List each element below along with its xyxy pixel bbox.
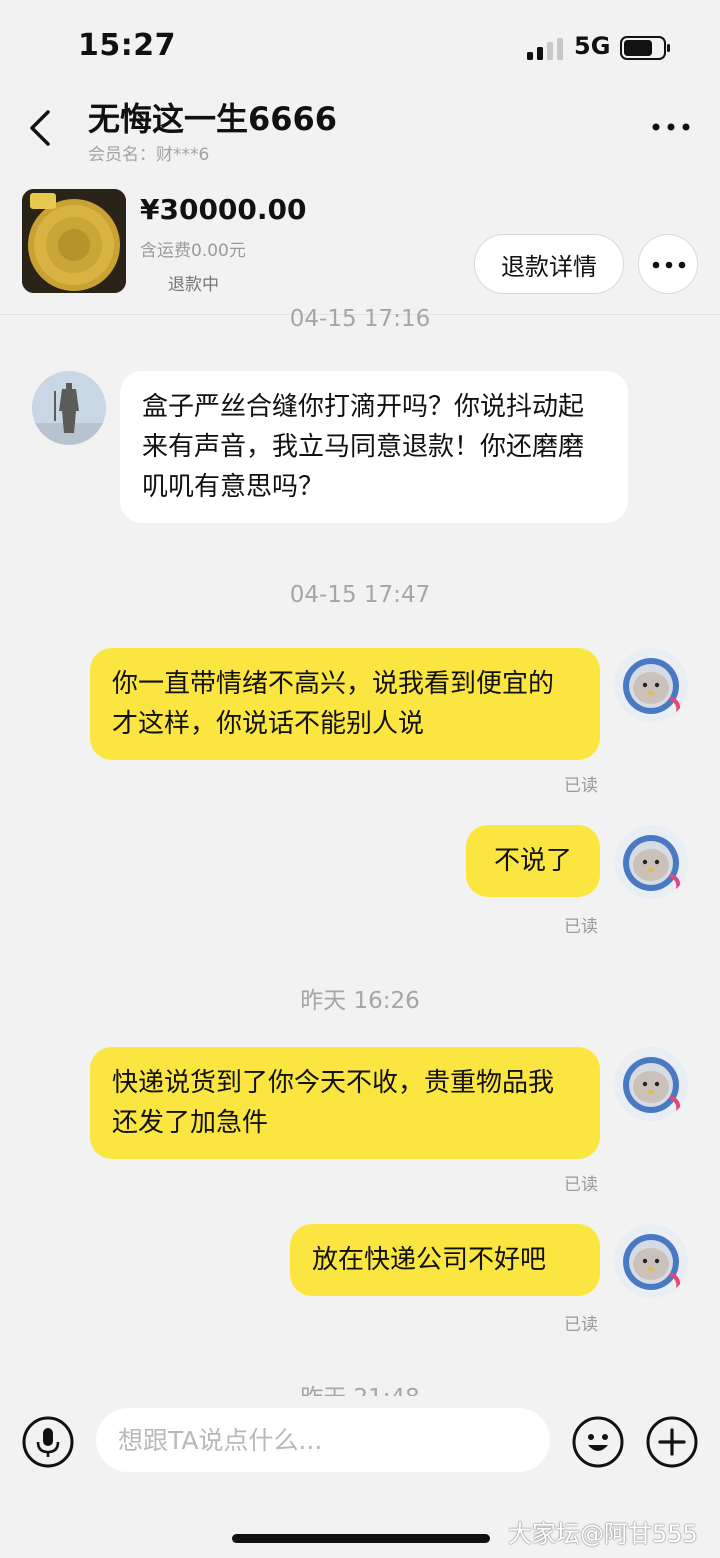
message-bubble-outgoing: 快递说货到了你今天不收，贵重物品我还发了加急件 [90, 1047, 600, 1159]
timestamp: 04-15 17:16 [289, 306, 431, 332]
read-receipt: 已读 [564, 1175, 598, 1195]
message-input[interactable] [96, 1408, 550, 1472]
network-type: 5G [574, 32, 611, 60]
product-more-button[interactable] [638, 234, 698, 294]
refund-status: 退款中 [168, 275, 219, 295]
product-thumbnail[interactable] [22, 189, 126, 293]
more-horizontal-icon [652, 261, 686, 269]
statue-image [32, 371, 106, 445]
cat-astronaut-avatar [614, 825, 688, 899]
my-avatar[interactable] [614, 1224, 688, 1298]
read-receipt: 已读 [564, 1315, 598, 1335]
my-avatar[interactable] [614, 1047, 688, 1121]
refund-detail-button[interactable]: 退款详情 [474, 234, 624, 294]
watermark: 大家坛@阿甘555 [508, 1520, 698, 1548]
gold-medal-image [22, 189, 126, 293]
chevron-left-icon[interactable] [26, 108, 56, 148]
contact-avatar[interactable] [32, 371, 106, 445]
read-receipt: 已读 [564, 917, 598, 937]
message-bubble-outgoing: 你一直带情绪不高兴，说我看到便宜的才这样，你说话不能别人说 [90, 648, 600, 760]
smile-icon[interactable] [572, 1416, 624, 1468]
my-avatar[interactable] [614, 648, 688, 722]
timestamp: 昨天 16:26 [300, 988, 420, 1014]
status-time: 15:27 [78, 28, 176, 63]
member-name-label: 会员名：财***6 [88, 145, 210, 165]
signal-icon [527, 38, 563, 60]
more-horizontal-icon[interactable] [650, 112, 692, 142]
home-indicator [232, 1534, 490, 1543]
timestamp: 04-15 17:47 [289, 582, 431, 608]
read-receipt: 已读 [564, 776, 598, 796]
cat-astronaut-avatar [614, 648, 688, 722]
message-bubble-outgoing: 不说了 [466, 825, 600, 897]
cat-astronaut-avatar [614, 1047, 688, 1121]
cat-astronaut-avatar [614, 1224, 688, 1298]
microphone-icon[interactable] [22, 1416, 74, 1468]
plus-icon[interactable] [646, 1416, 698, 1468]
message-bubble-incoming: 盒子严丝合缝你打滴开吗？你说抖动起来有声音，我立马同意退款！你还磨磨叽叽有意思吗… [120, 371, 628, 523]
contact-name: 无悔这一生6666 [88, 100, 338, 138]
battery-icon [620, 36, 670, 60]
shipping-fee: 含运费0.00元 [140, 241, 246, 261]
product-price: ¥30000.00 [140, 193, 307, 226]
my-avatar[interactable] [614, 825, 688, 899]
message-bubble-outgoing: 放在快递公司不好吧 [290, 1224, 600, 1296]
